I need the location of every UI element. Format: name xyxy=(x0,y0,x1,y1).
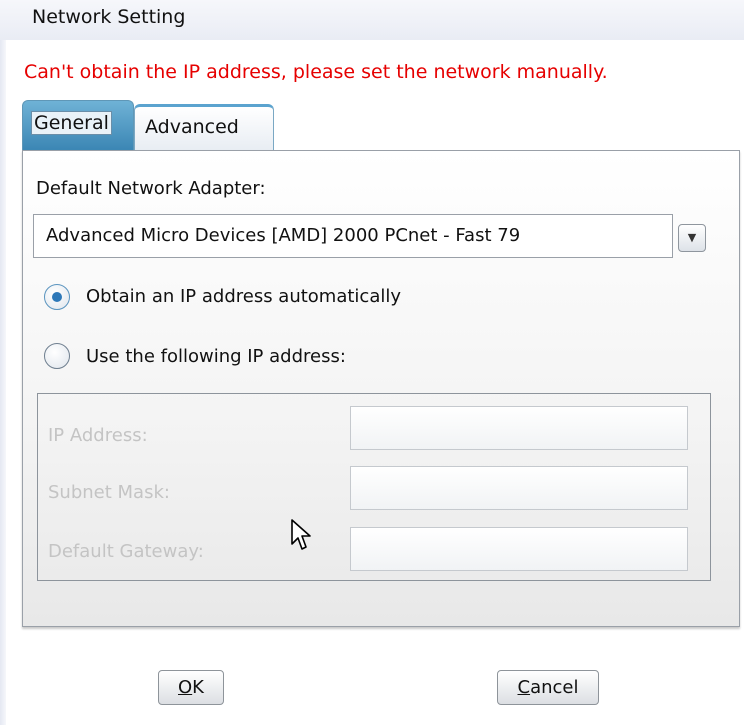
radio-use-following-ip[interactable] xyxy=(44,343,70,369)
window-border xyxy=(0,40,6,725)
ip-address-label: IP Address: xyxy=(48,425,148,446)
subnet-mask-label: Subnet Mask: xyxy=(48,482,170,503)
ok-mnemonic: O xyxy=(178,677,193,698)
tab-general-label: General xyxy=(31,111,112,135)
radio-obtain-automatically-label[interactable]: Obtain an IP address automatically xyxy=(86,286,401,307)
mouse-cursor-icon xyxy=(291,519,311,550)
default-gateway-field[interactable] xyxy=(350,527,688,571)
cancel-button[interactable]: Cancel xyxy=(497,670,599,705)
error-message: Can't obtain the IP address, please set … xyxy=(24,61,608,83)
default-gateway-label: Default Gateway: xyxy=(48,541,204,562)
adapter-label: Default Network Adapter: xyxy=(36,178,266,199)
window-title: Network Setting xyxy=(32,6,186,28)
triangle-down-icon: ▼ xyxy=(687,231,697,244)
tab-general[interactable]: General xyxy=(22,100,134,150)
radio-use-following-ip-label[interactable]: Use the following IP address: xyxy=(86,346,346,367)
subnet-mask-field[interactable] xyxy=(350,466,688,510)
title-bar: Network Setting xyxy=(0,0,744,40)
cancel-mnemonic: C xyxy=(517,677,531,698)
adapter-select[interactable]: Advanced Micro Devices [AMD] 2000 PCnet … xyxy=(33,214,673,258)
cancel-label-rest: ancel xyxy=(530,677,579,698)
ip-address-field[interactable] xyxy=(350,406,688,450)
tab-advanced-label: Advanced xyxy=(145,116,239,138)
ok-label-rest: K xyxy=(192,677,204,698)
radio-obtain-automatically[interactable] xyxy=(44,284,70,310)
tab-advanced[interactable]: Advanced xyxy=(134,104,274,150)
ok-button[interactable]: OK xyxy=(158,670,224,705)
dropdown-button[interactable]: ▼ xyxy=(678,224,706,252)
adapter-select-value: Advanced Micro Devices [AMD] 2000 PCnet … xyxy=(46,225,521,246)
